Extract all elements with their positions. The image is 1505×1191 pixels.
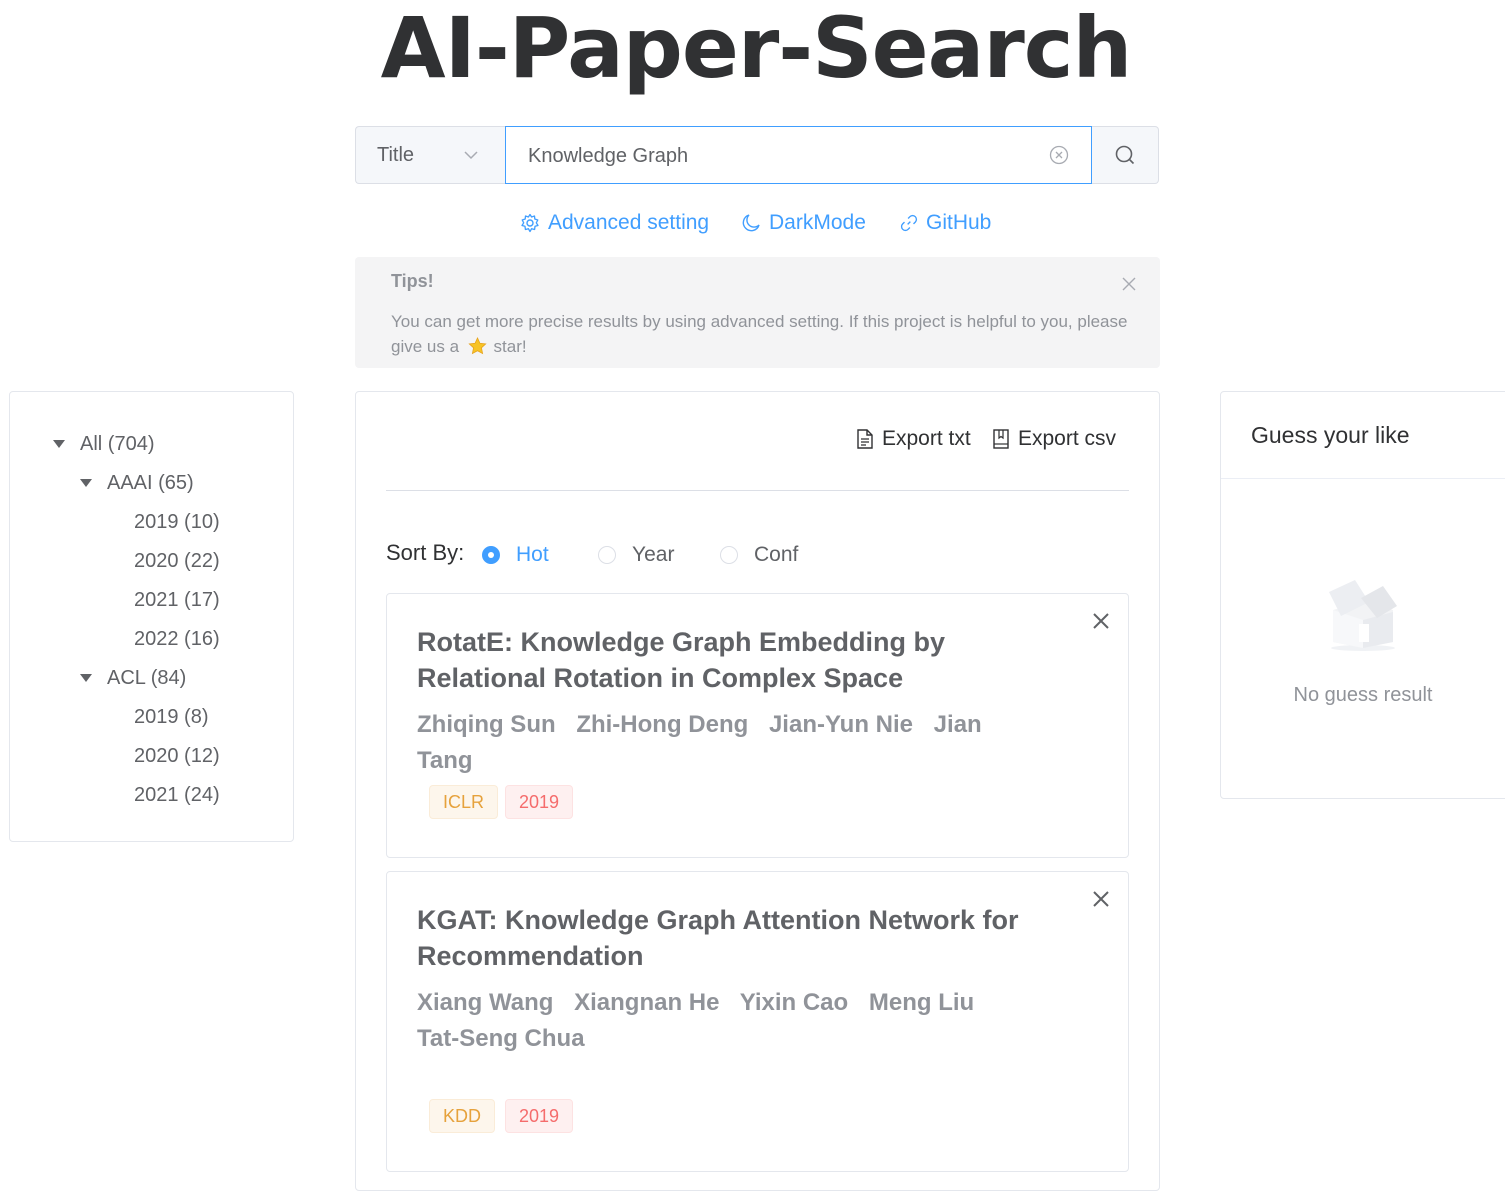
- link-icon: [900, 214, 918, 232]
- guess-panel: Guess your like No guess result: [1220, 391, 1505, 799]
- conf-tag[interactable]: KDD: [429, 1099, 496, 1133]
- tree-node-year[interactable]: 2020 (22): [134, 544, 220, 578]
- divider: [386, 490, 1129, 491]
- export-csv-button[interactable]: Export csv: [992, 424, 1116, 454]
- results-panel: Export txt Export csv Sort By: Hot Year …: [355, 391, 1160, 1191]
- paper-authors: Zhiqing Sun Zhi-Hong Deng Jian-Yun Nie J…: [417, 707, 1037, 779]
- year-tag[interactable]: 2019: [505, 1099, 574, 1133]
- document-icon: [857, 429, 873, 449]
- tree-node-label: AAAI (65): [107, 471, 194, 494]
- filter-tree-panel: All (704) AAAI (65) 2019 (10) 2020 (22) …: [9, 391, 294, 842]
- chevron-down-icon: [464, 151, 478, 160]
- tree-node-year[interactable]: 2020 (12): [134, 739, 220, 773]
- tree-node-all[interactable]: All (704): [53, 427, 154, 461]
- year-tag[interactable]: 2019: [505, 785, 574, 819]
- search-field-value: Title: [377, 143, 415, 166]
- tips-text: You can get more precise results by usin…: [391, 309, 1131, 359]
- author-link[interactable]: Yixin Cao: [740, 989, 848, 1016]
- paper-authors: Xiang Wang Xiangnan He Yixin Cao Meng Li…: [417, 985, 1037, 1057]
- author-link[interactable]: Tat-Seng Chua: [417, 1025, 585, 1052]
- clear-circle-icon[interactable]: [1049, 145, 1069, 165]
- close-icon[interactable]: [1092, 612, 1110, 630]
- search-icon: [1115, 145, 1135, 165]
- guess-title: Guess your like: [1251, 422, 1410, 448]
- sort-option-label: Conf: [754, 543, 799, 566]
- empty-box-icon: [1329, 580, 1397, 651]
- advanced-setting-link[interactable]: Advanced setting: [520, 206, 709, 240]
- sort-label: Sort By:: [386, 540, 465, 565]
- radio-unchecked-icon: [720, 546, 738, 564]
- caret-down-icon[interactable]: [80, 674, 92, 682]
- tree-node-year[interactable]: 2022 (16): [134, 622, 220, 656]
- radio-unchecked-icon: [598, 546, 616, 564]
- tree-node-year[interactable]: 2019 (8): [134, 700, 209, 734]
- sort-option-conf[interactable]: Conf: [720, 540, 798, 570]
- search-field-select[interactable]: Title: [355, 126, 505, 184]
- paper-title[interactable]: RotatE: Knowledge Graph Embedding by Rel…: [417, 624, 1067, 696]
- advanced-setting-label: Advanced setting: [548, 211, 710, 234]
- star-icon: [468, 337, 487, 355]
- radio-checked-icon: [482, 546, 500, 564]
- caret-down-icon[interactable]: [80, 479, 92, 487]
- sort-option-year[interactable]: Year: [598, 540, 674, 570]
- tree-node-year[interactable]: 2021 (24): [134, 778, 220, 812]
- search-button[interactable]: [1092, 126, 1159, 184]
- export-txt-label: Export txt: [882, 427, 971, 450]
- tree-node-year[interactable]: 2019 (10): [134, 505, 220, 539]
- tree-node-acl[interactable]: ACL (84): [80, 661, 186, 695]
- paper-card: RotatE: Knowledge Graph Embedding by Rel…: [386, 593, 1129, 858]
- paper-title[interactable]: KGAT: Knowledge Graph Attention Network …: [417, 902, 1067, 974]
- github-label: GitHub: [926, 211, 992, 234]
- search-input-wrapper: [505, 126, 1092, 185]
- conf-tag[interactable]: ICLR: [429, 785, 499, 819]
- author-link[interactable]: Xiang Wang: [417, 989, 553, 1016]
- darkmode-label: DarkMode: [769, 211, 866, 234]
- darkmode-link[interactable]: DarkMode: [741, 206, 866, 240]
- github-link[interactable]: GitHub: [900, 206, 991, 240]
- search-input[interactable]: [526, 127, 1030, 185]
- search-bar: Title: [355, 126, 1159, 185]
- author-link[interactable]: Jian-Yun Nie: [769, 711, 913, 738]
- tips-alert: Tips! You can get more precise results b…: [355, 257, 1160, 368]
- gear-icon: [521, 213, 539, 233]
- tips-title: Tips!: [391, 271, 434, 291]
- caret-down-icon[interactable]: [53, 440, 65, 448]
- moon-icon: [742, 214, 760, 232]
- export-csv-label: Export csv: [1018, 427, 1117, 450]
- app-title: AI-Paper-Search: [380, 0, 1133, 97]
- author-link[interactable]: Xiangnan He: [574, 989, 719, 1016]
- author-link[interactable]: Zhi-Hong Deng: [576, 711, 748, 738]
- sort-option-hot[interactable]: Hot: [482, 540, 549, 570]
- tree-node-year[interactable]: 2021 (17): [134, 583, 220, 617]
- close-icon[interactable]: [1122, 277, 1136, 291]
- tree-node-aaai[interactable]: AAAI (65): [80, 466, 194, 500]
- tips-text-end: star!: [493, 337, 527, 356]
- tree-node-label: All (704): [80, 432, 155, 455]
- export-txt-button[interactable]: Export txt: [856, 424, 971, 454]
- divider: [1221, 478, 1505, 479]
- paper-card: KGAT: Knowledge Graph Attention Network …: [386, 871, 1129, 1172]
- notebook-icon: [993, 429, 1009, 449]
- tree-node-label: ACL (84): [107, 666, 187, 689]
- sort-option-label: Hot: [516, 543, 549, 566]
- author-link[interactable]: Zhiqing Sun: [417, 711, 556, 738]
- close-icon[interactable]: [1092, 890, 1110, 908]
- author-link[interactable]: Meng Liu: [869, 989, 974, 1016]
- sort-option-label: Year: [632, 543, 675, 566]
- no-guess-text: No guess result: [1293, 684, 1433, 706]
